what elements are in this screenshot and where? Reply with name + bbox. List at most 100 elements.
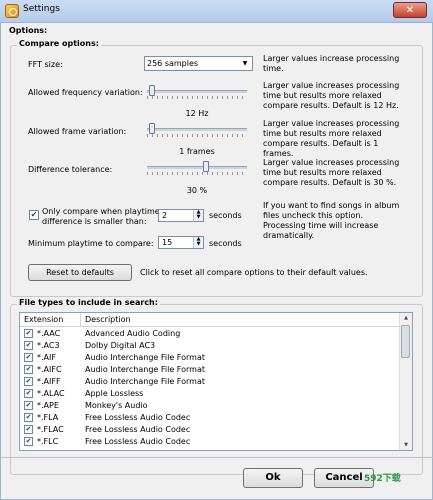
list-item[interactable]: ✔ *.ALAC Apple Lossless (20, 388, 402, 400)
vertical-scrollbar[interactable]: ▲ ▼ (399, 313, 412, 450)
slider-thumb[interactable] (149, 123, 155, 134)
row-checkbox[interactable]: ✔ (24, 353, 33, 362)
list-item[interactable]: ✔ *.FLAC Free Lossless Audio Codec (20, 424, 402, 436)
row-checkbox[interactable]: ✔ (24, 329, 33, 338)
close-button[interactable]: ✕ (393, 2, 427, 18)
difference-tolerance-value: 30 % (186, 186, 208, 195)
file-types-title: File types to include in search: (17, 298, 160, 307)
min-playtime-unit: seconds (209, 239, 242, 248)
chevron-down-icon: ▼ (242, 60, 248, 67)
row-checkbox[interactable]: ✔ (24, 437, 33, 446)
fft-size-desc: Larger values increase processing time. (263, 54, 400, 73)
row-extension: *.FLAC (37, 425, 64, 434)
row-checkbox[interactable]: ✔ (24, 425, 33, 434)
difference-tolerance-desc: Larger value increases processing time b… (263, 158, 400, 187)
row-description: Free Lossless Audio Codec (85, 437, 191, 446)
row-extension: *.AAC (37, 329, 61, 338)
difference-tolerance-label: Difference tolerance: (28, 165, 113, 174)
fft-size-select[interactable]: 256 samples ▼ (144, 56, 253, 71)
list-item[interactable]: ✔ *.APE Monkey's Audio (20, 400, 402, 412)
options-label: Options: (9, 26, 48, 35)
row-extension: *.APE (37, 401, 59, 410)
min-playtime-label: Minimum playtime to compare: (28, 239, 154, 248)
slider-track (147, 90, 247, 93)
playtime-check-label-2: difference is smaller than: (42, 217, 147, 226)
fft-size-value: 256 samples (147, 59, 199, 68)
spin-down-icon[interactable]: ▼ (194, 215, 203, 220)
min-playtime-spinner[interactable]: 15 ▲ ▼ (158, 236, 204, 249)
file-types-list[interactable]: Extension Description ✔ *.AAC Advanced Aud… (19, 312, 413, 451)
row-extension: *.AIFC (37, 365, 62, 374)
list-item[interactable]: ✔ *.FLC Free Lossless Audio Codec (20, 436, 402, 448)
reset-desc: Click to reset all compare options to th… (140, 268, 368, 277)
row-extension: *.AIF (37, 353, 56, 362)
spinner-buttons[interactable]: ▲ ▼ (193, 237, 203, 248)
slider-thumb[interactable] (149, 85, 155, 96)
spinner-buttons[interactable]: ▲ ▼ (193, 210, 203, 221)
fft-size-label: FFT size: (28, 60, 63, 69)
row-description: Advanced Audio Coding (85, 329, 181, 338)
row-description: Apple Lossless (85, 389, 144, 398)
playtime-check-label-1: Only compare when playtime (42, 207, 160, 216)
list-item[interactable]: ✔ *.AAC Advanced Audio Coding (20, 328, 402, 340)
freq-variation-slider[interactable] (147, 85, 247, 99)
row-extension: *.FLC (37, 437, 59, 446)
column-separator[interactable] (80, 313, 81, 326)
frame-variation-desc: Larger value increases processing time b… (263, 119, 400, 158)
list-header: Extension Description (20, 313, 402, 327)
row-description: Free Lossless Audio Codec (85, 413, 191, 422)
difference-tolerance-slider[interactable] (147, 161, 247, 175)
column-header-description[interactable]: Description (85, 315, 131, 324)
playtime-diff-spinner[interactable]: 2 ▲ ▼ (158, 209, 204, 222)
row-checkbox[interactable]: ✔ (24, 401, 33, 410)
row-description: Monkey's Audio (85, 401, 148, 410)
row-description: Audio Interchange File Format (85, 365, 205, 374)
playtime-diff-unit: seconds (209, 211, 242, 220)
row-extension: *.AC3 (37, 341, 60, 350)
settings-client-area: Options: Compare options: FFT size: 256 … (0, 22, 433, 500)
scroll-down-icon[interactable]: ▼ (401, 440, 411, 450)
list-item[interactable]: ✔ *.AIFC Audio Interchange File Format (20, 364, 402, 376)
row-description: Audio Interchange File Format (85, 353, 205, 362)
compare-options-title: Compare options: (17, 39, 101, 48)
list-item[interactable]: ✔ *.AIF Audio Interchange File Format (20, 352, 402, 364)
playtime-diff-value: 2 (162, 211, 168, 220)
freq-variation-value: 12 Hz (185, 109, 209, 118)
row-extension: *.FLA (37, 413, 59, 422)
row-description: Dolby Digital AC3 (85, 341, 156, 350)
title-bar: Settings ✕ (0, 0, 433, 23)
row-checkbox[interactable]: ✔ (24, 413, 33, 422)
frame-variation-label: Allowed frame variation: (28, 127, 127, 136)
slider-track (147, 128, 247, 131)
column-header-extension[interactable]: Extension (24, 315, 63, 324)
row-checkbox[interactable]: ✔ (24, 377, 33, 386)
app-icon (5, 4, 19, 18)
slider-ticks (147, 96, 247, 99)
list-item[interactable]: ✔ *.AIFF Audio Interchange File Format (20, 376, 402, 388)
row-extension: *.AIFF (37, 377, 61, 386)
row-checkbox[interactable]: ✔ (24, 341, 33, 350)
spin-down-icon[interactable]: ▼ (194, 242, 203, 247)
watermark-logo: 592下载 (364, 474, 401, 484)
list-item[interactable]: ✔ *.FLA Free Lossless Audio Codec (20, 412, 402, 424)
row-checkbox[interactable]: ✔ (24, 365, 33, 374)
slider-thumb[interactable] (203, 161, 209, 172)
window-title: Settings (23, 4, 60, 14)
slider-ticks (147, 134, 247, 137)
scrollbar-thumb[interactable] (401, 325, 410, 358)
slider-track (147, 166, 247, 169)
check-icon: ✔ (30, 210, 38, 219)
row-checkbox[interactable]: ✔ (24, 389, 33, 398)
min-playtime-value: 15 (162, 238, 173, 247)
scroll-up-icon[interactable]: ▲ (401, 313, 411, 323)
reset-defaults-button[interactable]: Reset to defaults (28, 264, 132, 281)
freq-variation-desc: Larger value increases processing time b… (263, 81, 400, 110)
list-item[interactable]: ✔ *.AC3 Dolby Digital AC3 (20, 340, 402, 352)
row-description: Audio Interchange File Format (85, 377, 205, 386)
frame-variation-slider[interactable] (147, 123, 247, 137)
row-description: Free Lossless Audio Codec (85, 425, 191, 434)
bottom-separator (1, 457, 433, 458)
ok-button[interactable]: Ok (243, 468, 303, 488)
playtime-checkbox[interactable]: ✔ (29, 210, 39, 220)
playtime-check-desc: If you want to find songs in album files… (263, 201, 400, 240)
